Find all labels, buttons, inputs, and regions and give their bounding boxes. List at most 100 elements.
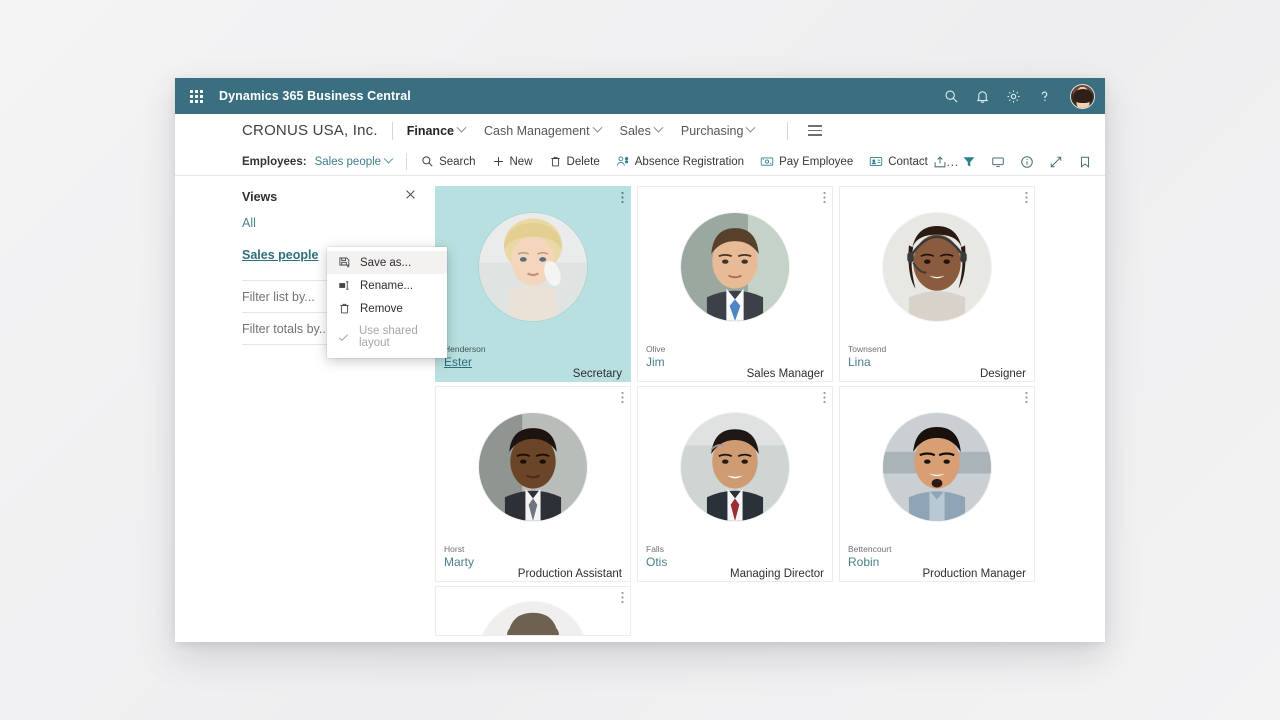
filter-icon[interactable] [962, 155, 976, 169]
view-selector-label: Sales people [314, 155, 382, 168]
nav-item-sales[interactable]: Sales [620, 122, 664, 138]
bookmark-icon[interactable] [1078, 155, 1092, 169]
photo-man-young-beard [883, 413, 991, 521]
search-button[interactable]: Search [421, 155, 476, 168]
bell-icon[interactable] [975, 89, 990, 104]
contact-card-icon [870, 157, 883, 166]
context-menu-item-remove[interactable]: Remove [327, 297, 447, 320]
employee-card[interactable]: Olive Jim Sales Manager [637, 186, 833, 382]
photo-man-dark-suit [479, 413, 587, 521]
entity-label: Employees: [242, 155, 307, 168]
card-options-button[interactable] [621, 391, 624, 407]
close-icon[interactable] [404, 188, 417, 206]
search-icon[interactable] [944, 89, 959, 104]
nav-divider [391, 121, 393, 140]
employee-card[interactable]: Townsend Lina Designer [839, 186, 1035, 382]
employee-last-name: Townsend [848, 344, 887, 354]
pay-employee-button[interactable]: Pay Employee [760, 155, 853, 168]
view-item-all[interactable]: All [242, 206, 417, 236]
chevron-down-icon [592, 122, 603, 133]
user-avatar[interactable] [1070, 83, 1095, 109]
context-menu-item-save-as[interactable]: Save as... [327, 251, 447, 274]
share-icon[interactable] [933, 155, 947, 169]
employee-card[interactable]: Henderson Ester Secretary [435, 186, 631, 382]
nav-item-cash-management[interactable]: Cash Management [483, 122, 603, 138]
card-options-button[interactable] [823, 191, 826, 207]
nav-item-purchasing[interactable]: Purchasing [680, 122, 756, 138]
card-options-button[interactable] [823, 391, 826, 407]
card-options-button[interactable] [1025, 391, 1028, 407]
context-menu-label: Use shared layout [359, 325, 418, 349]
employee-name-block: Henderson Ester [444, 344, 486, 370]
delete-button[interactable]: Delete [549, 155, 600, 168]
employee-card-grid: Henderson Ester Secretary Olive Jim Sale… [435, 176, 1105, 642]
company-name[interactable]: CRONUS USA, Inc. [242, 122, 378, 139]
help-icon[interactable] [1037, 89, 1052, 104]
employee-card[interactable]: Horst Marty Production Assistant [435, 386, 631, 582]
new-button[interactable]: New [492, 155, 533, 168]
card-options-button[interactable] [1025, 191, 1028, 207]
info-icon[interactable] [1020, 155, 1034, 169]
employee-card-footer: Henderson Ester Secretary [436, 343, 630, 381]
contact-button-label: Contact [888, 155, 928, 168]
expand-icon[interactable] [1049, 155, 1063, 169]
contact-button[interactable]: Contact [869, 155, 928, 168]
hamburger-icon[interactable] [808, 125, 823, 136]
command-bar-right-icons [933, 155, 1092, 169]
gear-icon[interactable] [1006, 89, 1021, 104]
page-content: Views All Sales people Filter list by...… [175, 176, 1105, 642]
employee-card[interactable]: Falls Otis Managing Director [637, 386, 833, 582]
employee-first-name[interactable]: Ester [444, 355, 486, 370]
employee-first-name[interactable]: Jim [646, 355, 665, 370]
view-selector[interactable]: Sales people [314, 153, 394, 168]
trash-icon [550, 156, 560, 167]
employee-last-name: Horst [444, 544, 465, 554]
employee-photo-wrap [436, 387, 630, 543]
save-as-icon [337, 256, 351, 269]
employee-first-name[interactable]: Otis [646, 555, 667, 570]
employee-card-footer: Bettencourt Robin Production Manager [840, 543, 1034, 581]
employee-name-block: Olive Jim [646, 344, 666, 370]
card-grid-rows: Henderson Ester Secretary Olive Jim Sale… [435, 186, 1093, 582]
employee-job-title: Managing Director [730, 568, 824, 580]
nav-item-label: Cash Management [483, 123, 590, 138]
employee-photo-wrap [840, 387, 1034, 543]
card-options-button[interactable] [621, 591, 624, 607]
chevron-down-icon [745, 122, 756, 133]
employee-last-name: Falls [646, 544, 664, 554]
photo-man-greyhair-tie [681, 413, 789, 521]
employee-card[interactable] [435, 586, 631, 636]
card-options-button[interactable] [621, 191, 624, 207]
app-launcher-icon[interactable] [181, 89, 211, 103]
employee-first-name[interactable]: Robin [848, 555, 891, 570]
employee-first-name[interactable]: Lina [848, 355, 886, 370]
nav-item-finance[interactable]: Finance [406, 122, 467, 138]
context-menu-item-use-shared-layout: Use shared layout [327, 320, 447, 354]
plus-icon [493, 157, 503, 166]
employee-card[interactable]: Bettencourt Robin Production Manager [839, 386, 1035, 582]
delete-button-label: Delete [566, 155, 600, 168]
views-pane: Views All Sales people Filter list by...… [175, 176, 447, 642]
employee-last-name: Olive [646, 344, 666, 354]
employee-card-footer: Falls Otis Managing Director [638, 543, 832, 581]
monitor-icon[interactable] [991, 155, 1005, 169]
employee-last-name: Henderson [444, 344, 486, 354]
employee-name-block: Bettencourt Robin [848, 544, 891, 570]
nav-item-label: Purchasing [680, 123, 744, 138]
chevron-down-icon [653, 122, 664, 133]
navigation-bar: CRONUS USA, Inc. Finance Cash Management… [175, 114, 1105, 148]
pay-employee-label: Pay Employee [779, 155, 854, 168]
employee-photo [680, 412, 790, 522]
context-menu-item-rename[interactable]: Rename... [327, 274, 447, 297]
view-item-label: All [242, 216, 256, 230]
employee-first-name[interactable]: Marty [444, 555, 474, 570]
top-app-bar: Dynamics 365 Business Central [175, 78, 1105, 114]
command-divider [406, 153, 408, 170]
nav-item-label: Finance [406, 123, 454, 138]
employee-photo-wrap [436, 587, 630, 635]
photo-woman-headset [883, 213, 991, 321]
new-button-label: New [509, 155, 533, 168]
absence-registration-button[interactable]: Absence Registration [616, 155, 744, 168]
context-menu-label: Save as... [360, 256, 412, 269]
photo-man-suit-bluetie [681, 213, 789, 321]
